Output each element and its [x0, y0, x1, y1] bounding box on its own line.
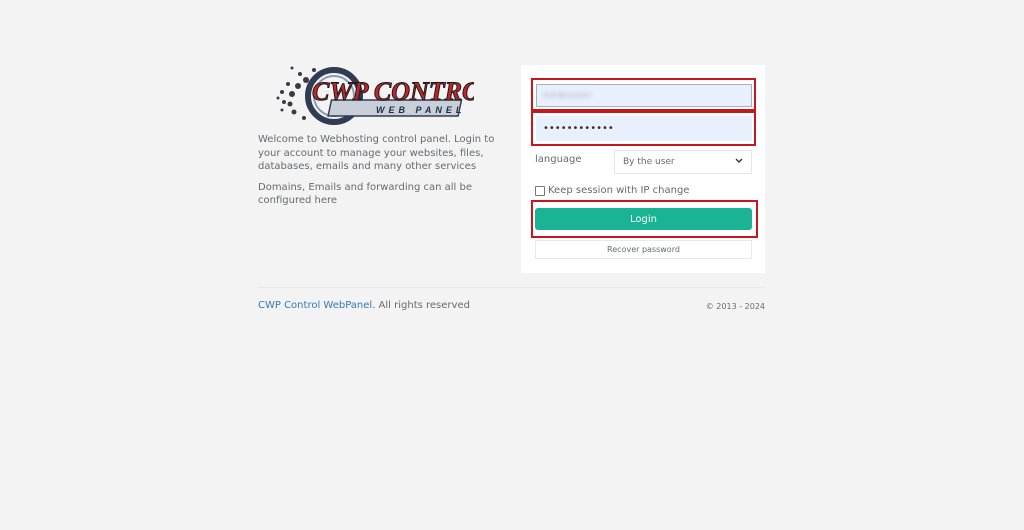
password-value: •••••••••••• [543, 123, 614, 134]
chevron-down-icon [735, 157, 743, 167]
intro-paragraph-domains: Domains, Emails and forwarding can all b… [258, 181, 472, 207]
username-value: newuser [543, 90, 593, 101]
language-selected-value: By the user [623, 157, 675, 167]
username-field[interactable]: newuser [536, 84, 752, 107]
footer-rights: CWP Control WebPanel. All rights reserve… [258, 300, 470, 311]
login-button-label: Login [630, 213, 657, 225]
keep-session-label: Keep session with IP change [548, 185, 690, 196]
intro-text: Welcome to Webhosting control panel. Log… [258, 133, 503, 215]
keep-session-checkbox[interactable] [535, 185, 545, 196]
logo-text-bottom: WEB PANEL [376, 105, 465, 115]
password-field[interactable]: •••••••••••• [536, 116, 752, 141]
cwp-link[interactable]: CWP Control WebPanel [258, 300, 372, 311]
recover-password-label: Recover password [607, 245, 680, 254]
recover-password-button[interactable]: Recover password [535, 240, 752, 259]
intro-paragraph-welcome: Welcome to Webhosting control panel. Log… [258, 134, 495, 172]
rights-text: . All rights reserved [372, 300, 470, 311]
logo-text-top: CWP CONTROL [312, 77, 474, 106]
cwp-logo: CWP CONTROL WEB PANEL [276, 60, 497, 126]
keep-session-row: Keep session with IP change [535, 185, 689, 196]
footer-divider [258, 287, 765, 288]
copyright-text: © 2013 - 2024 [705, 302, 765, 311]
language-label: language [535, 154, 582, 165]
language-select[interactable]: By the user [614, 150, 752, 174]
login-button[interactable]: Login [535, 208, 752, 230]
